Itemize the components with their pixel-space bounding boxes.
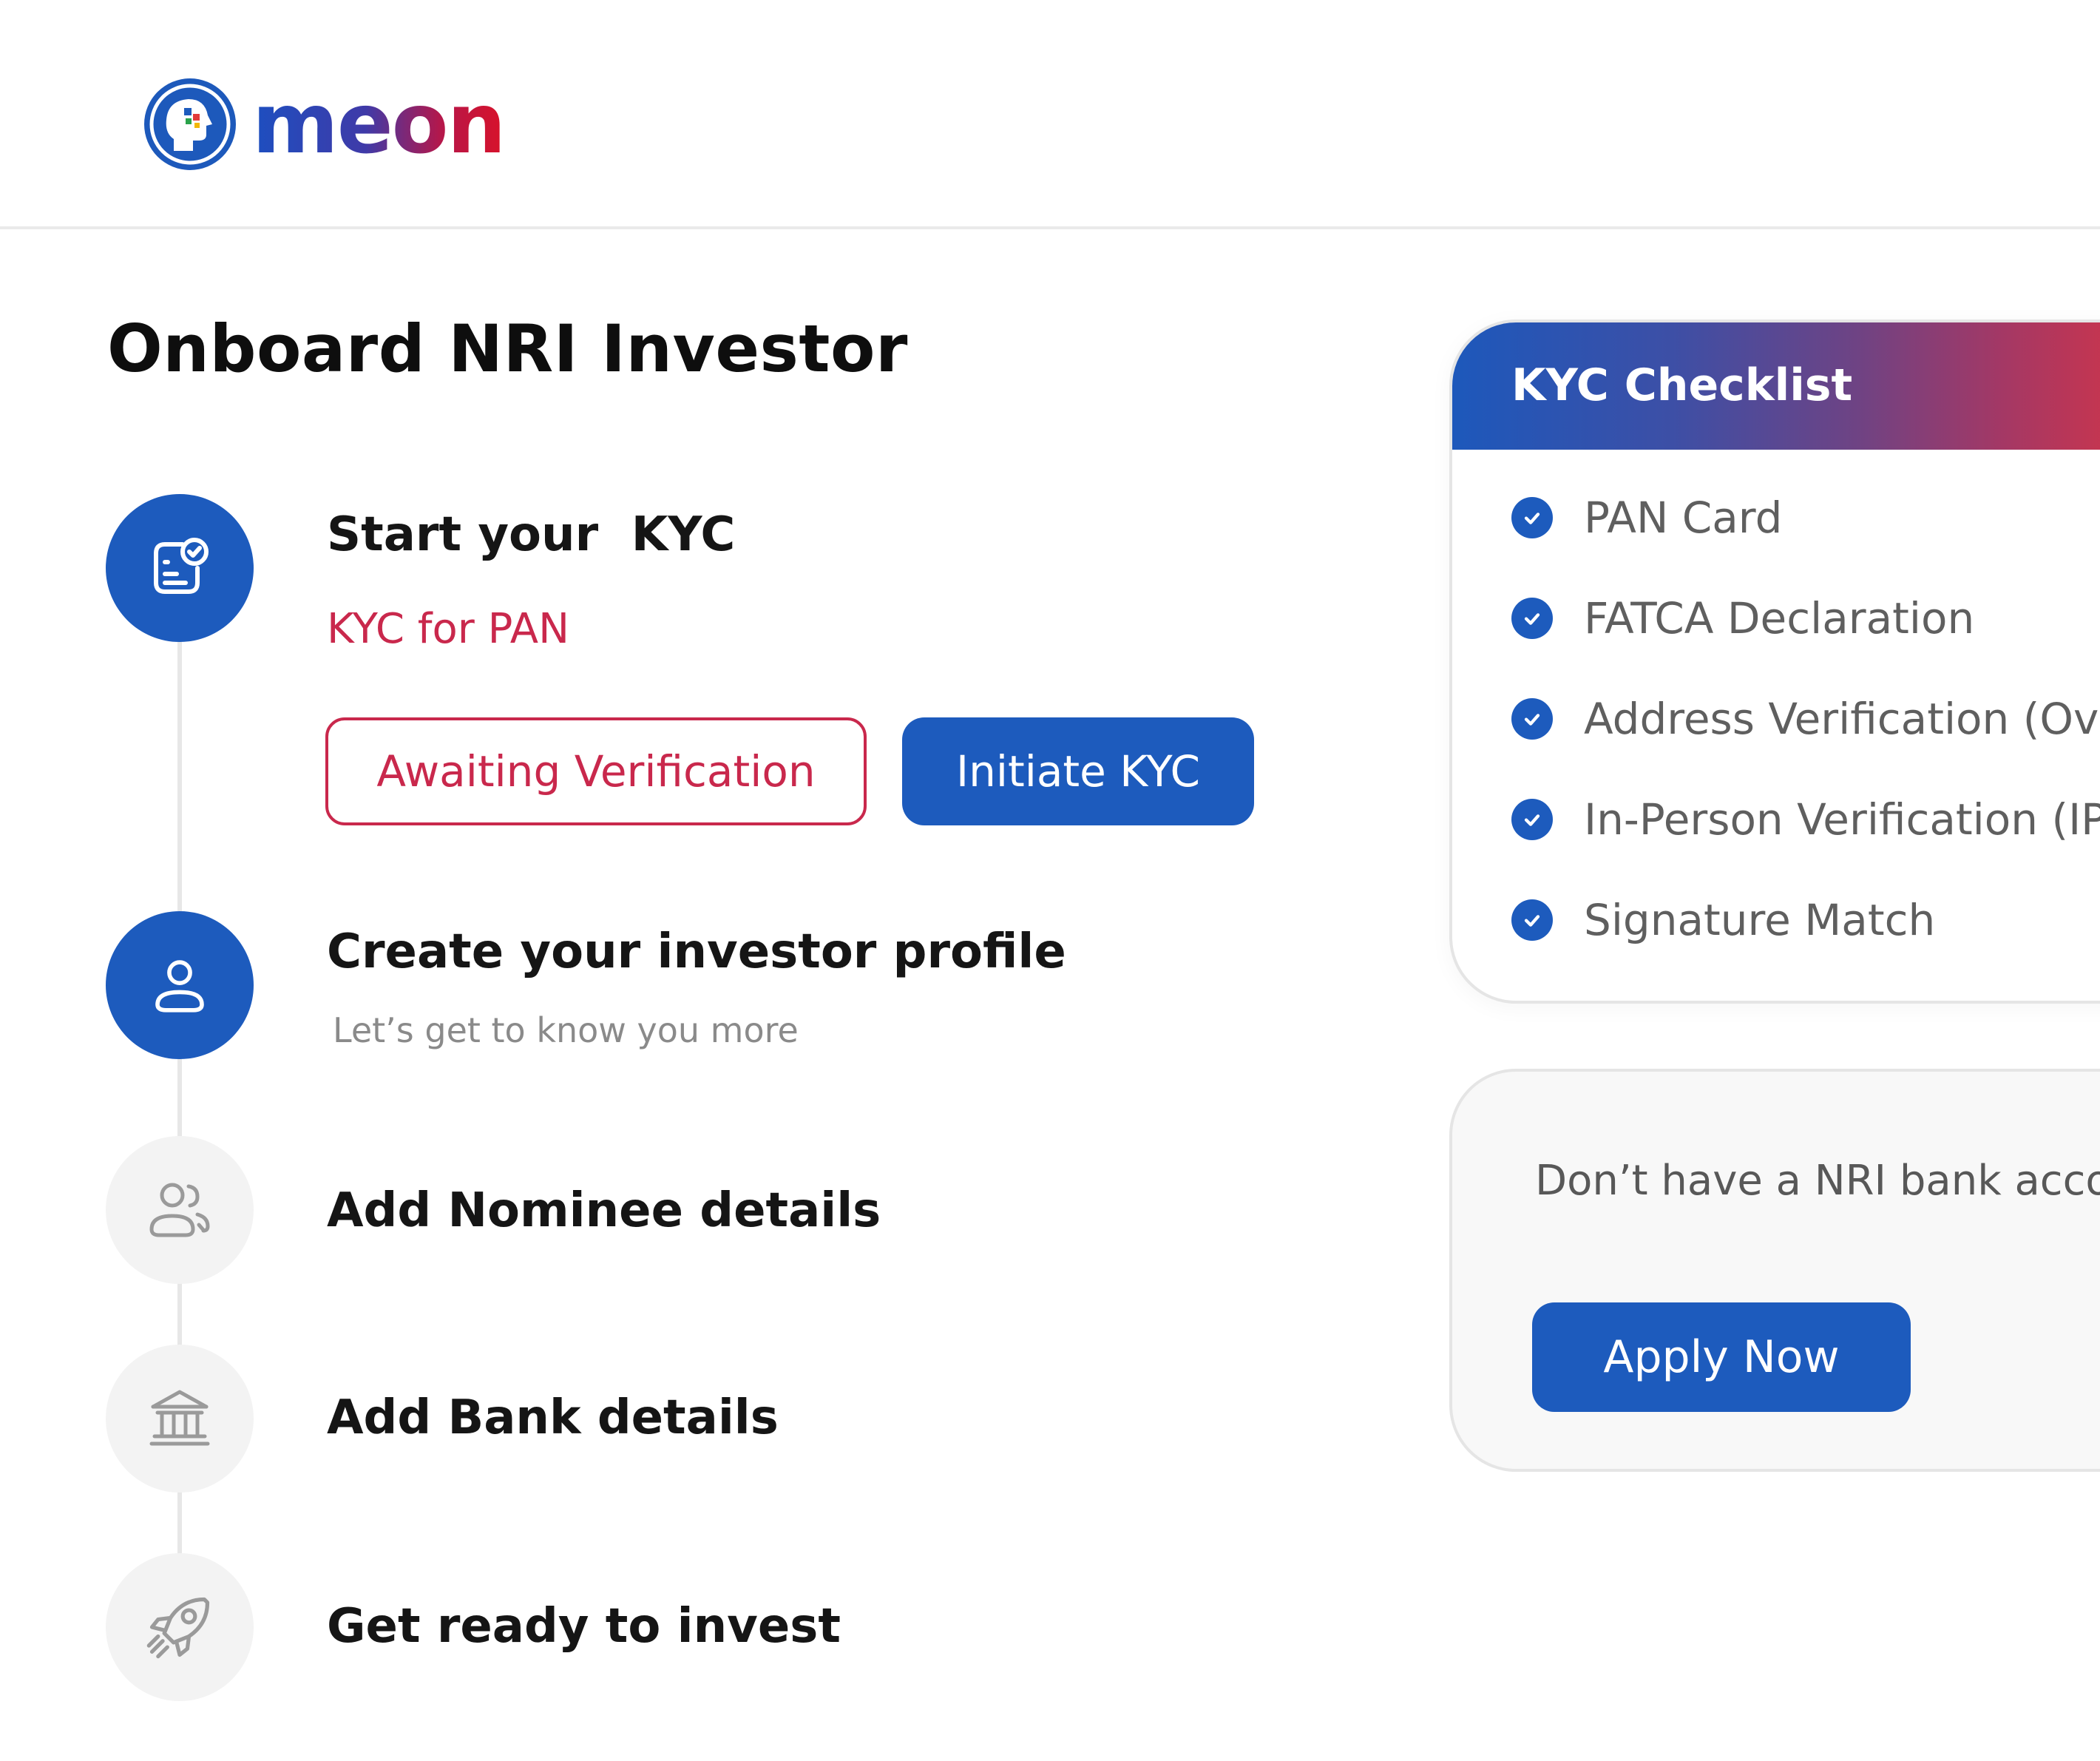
initiate-kyc-button[interactable]: Initiate KYC (902, 717, 1254, 825)
logo-wordmark: meon (252, 75, 506, 172)
user-icon (155, 960, 204, 1013)
checklist-item-label: Signature Match (1584, 895, 1936, 945)
bank-icon (149, 1390, 210, 1446)
nri-bank-account-card: Don’t have a NRI bank acco Apply Now (1449, 1069, 2100, 1472)
step-kyc-circle[interactable] (106, 494, 254, 642)
checklist-item-label: In-Person Verification (IP (1584, 794, 2100, 845)
checklist-item-signature: Signature Match (1511, 895, 1935, 945)
step-bank-title: Add Bank details (327, 1390, 779, 1445)
app-header: meon (0, 0, 2100, 229)
step-invest-circle[interactable] (106, 1553, 254, 1701)
check-circle-icon (1511, 497, 1553, 538)
check-circle-icon (1511, 698, 1553, 740)
check-circle-icon (1511, 799, 1553, 840)
step-profile-circle[interactable] (106, 911, 254, 1059)
step-invest-title: Get ready to invest (327, 1599, 841, 1654)
kyc-document-check-icon (154, 538, 209, 594)
step-profile-title: Create your investor profile (327, 925, 1066, 979)
checklist-item-address: Address Verification (Ove (1511, 694, 2100, 744)
checklist-item-pan: PAN Card (1511, 493, 1782, 543)
checklist-item-label: Address Verification (Ove (1584, 694, 2100, 744)
kyc-checklist-card: KYC Checklist PAN Card FATCA Declaration… (1449, 320, 2100, 1004)
step-kyc-title: Start your KYC (327, 507, 736, 562)
logo-head-icon (144, 78, 236, 170)
users-icon (149, 1183, 210, 1237)
rocket-icon (146, 1597, 210, 1659)
apply-now-button[interactable]: Apply Now (1532, 1302, 1911, 1412)
step-profile-subtitle: Let’s get to know you more (333, 1010, 799, 1050)
step-nominee-circle[interactable] (106, 1136, 254, 1284)
nri-bank-prompt-text: Don’t have a NRI bank acco (1535, 1157, 2100, 1205)
checklist-item-ipv: In-Person Verification (IP (1511, 794, 2100, 845)
page-title: Onboard NRI Investor (107, 311, 908, 387)
step-kyc-subtitle: KYC for PAN (327, 605, 569, 653)
meon-logo[interactable]: meon (144, 75, 506, 172)
checklist-item-fatca: FATCA Declaration (1511, 593, 1974, 643)
checklist-item-label: FATCA Declaration (1584, 593, 1975, 643)
awaiting-verification-status: Awaiting Verification (325, 717, 867, 825)
step-nominee-title: Add Nominee details (327, 1183, 881, 1238)
step-bank-circle[interactable] (106, 1345, 254, 1493)
kyc-checklist-title: KYC Checklist (1511, 359, 1853, 411)
checklist-item-label: PAN Card (1584, 493, 1783, 543)
kyc-checklist-header: KYC Checklist (1452, 322, 2100, 450)
check-circle-icon (1511, 598, 1553, 639)
check-circle-icon (1511, 899, 1553, 941)
